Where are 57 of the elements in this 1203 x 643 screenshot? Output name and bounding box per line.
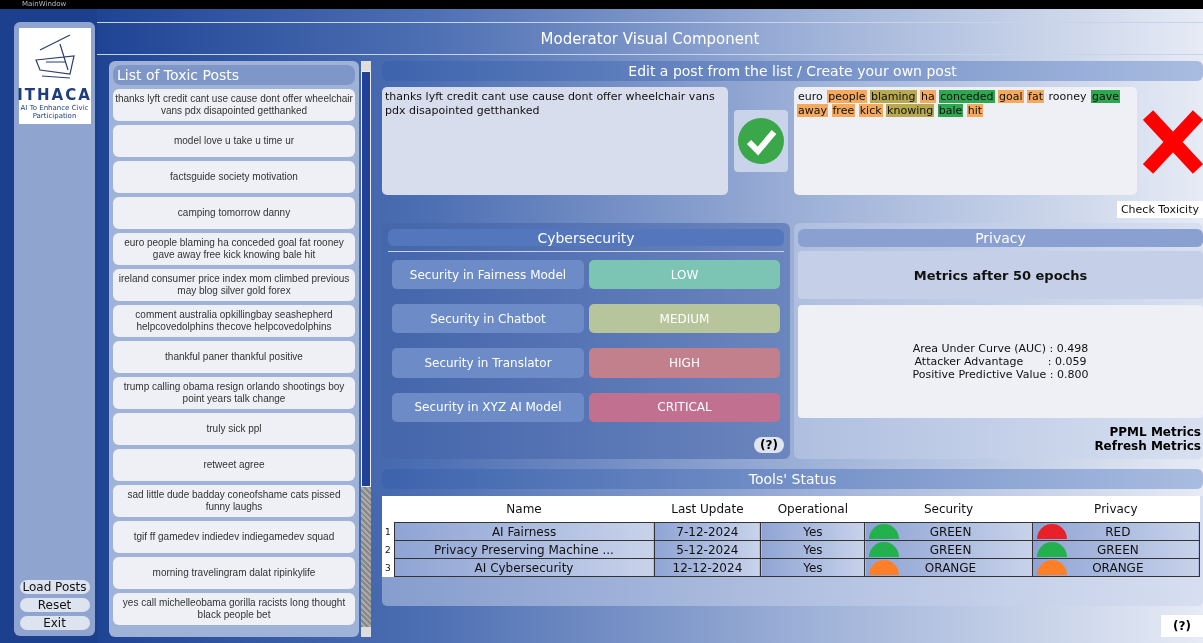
metrics-link[interactable]: Refresh Metrics (1092, 439, 1203, 453)
post-item[interactable]: morning travelingram dalat ripinkylife (113, 557, 355, 589)
privacy-cell: RED (1032, 522, 1200, 541)
post-item[interactable]: thanks lyft credit cant use cause dont offer wheelchair vans pdx disapointed getthanked (113, 89, 355, 121)
security-label: Security in Fairness Model (392, 259, 584, 290)
editor-title: Edit a post from the list / Create your own post (382, 61, 1203, 81)
column-header: Last Update (654, 496, 761, 523)
tools-status-title: Tools' Status (382, 469, 1203, 489)
security-label: Security in Translator (392, 348, 584, 378)
security-label: Security in XYZ AI Model (392, 392, 584, 422)
cybersecurity-title: Cybersecurity (388, 229, 784, 246)
post-item[interactable]: yes call michelleobama gorilla racists long thought black people bet (113, 593, 355, 625)
column-header: Security (864, 496, 1033, 523)
post-item[interactable]: sad little dude badday coneofshame cats pissed funny laughs (113, 485, 355, 517)
post-item[interactable]: model love u take u time ur (113, 125, 355, 157)
post-item[interactable]: tgif ff gamedev indiedev indiegamedev squad (113, 521, 355, 553)
security-level: MEDIUM (589, 304, 780, 334)
post-item[interactable]: thankful paner thankful positive (113, 341, 355, 373)
help-button[interactable]: (?) (754, 437, 784, 453)
post-item[interactable]: ireland consumer price index mom climbed previous may blog silver gold forex (113, 269, 355, 301)
help-button[interactable]: (?) (1161, 615, 1203, 637)
metric-text: Positive Predictive Value : 0.800 (912, 368, 1089, 381)
post-input-field[interactable]: thanks lyft credit cant use cause dont offer wheelchair vans pdx disapointed getthanked (382, 87, 728, 195)
toxicity-result-box: euro people blaming ha conceded goal fat rooney gave away free kick knowing bale hit (794, 87, 1137, 195)
post-item[interactable]: euro people blaming ha conceded goal fat rooney gave away free kick knowing bale hit (113, 233, 355, 265)
security-cell: GREEN (864, 522, 1033, 541)
sidebar-button[interactable]: Load Posts (19, 580, 90, 594)
security-level: LOW (589, 259, 780, 290)
scrollbar[interactable] (361, 61, 371, 637)
app-title: Moderator Visual Component (540, 29, 760, 48)
post-item[interactable]: camping tomorrow danny (113, 197, 355, 229)
security-level: HIGH (589, 348, 780, 378)
logo-text: ITHACA (17, 86, 92, 104)
sidebar-button[interactable]: Reset (19, 598, 90, 612)
column-header: Name (394, 496, 654, 523)
security-level: CRITICAL (589, 392, 780, 422)
check-button[interactable] (734, 110, 788, 172)
checkmark-icon (738, 118, 784, 164)
sidebar-button[interactable]: Exit (19, 616, 90, 630)
table-cell: AI Fairness (394, 522, 654, 541)
post-item[interactable]: comment australia opkillingbay seashepherd helpcovedolphins thecove helpcovedolphins (113, 305, 355, 337)
post-list-title: List of Toxic Posts (113, 65, 355, 85)
table-cell: 7-12-2024 (654, 522, 761, 541)
privacy-title: Privacy (798, 229, 1203, 247)
post-item[interactable]: retweet agree (113, 449, 355, 481)
post-item[interactable]: trump calling obama resign orlando shootings boy point years talk change (113, 377, 355, 409)
metrics-heading: Metrics after 50 epochs (798, 251, 1203, 299)
post-item[interactable]: factsguide society motivation (113, 161, 355, 193)
security-label: Security in Chatbot (392, 304, 584, 334)
metric-text: Attacker Advantage : 0.059 (914, 355, 1087, 368)
metric-text: Area Under Curve (AUC) : 0.498 (912, 342, 1089, 355)
post-item[interactable]: truly sick ppl (113, 413, 355, 445)
metrics-link[interactable]: PPML Metrics (1107, 425, 1203, 439)
column-header: Privacy (1032, 496, 1200, 523)
check-toxicity-button[interactable]: Check Toxicity (1116, 201, 1203, 218)
column-header: Operational (760, 496, 865, 523)
table-cell: Yes (760, 522, 865, 541)
